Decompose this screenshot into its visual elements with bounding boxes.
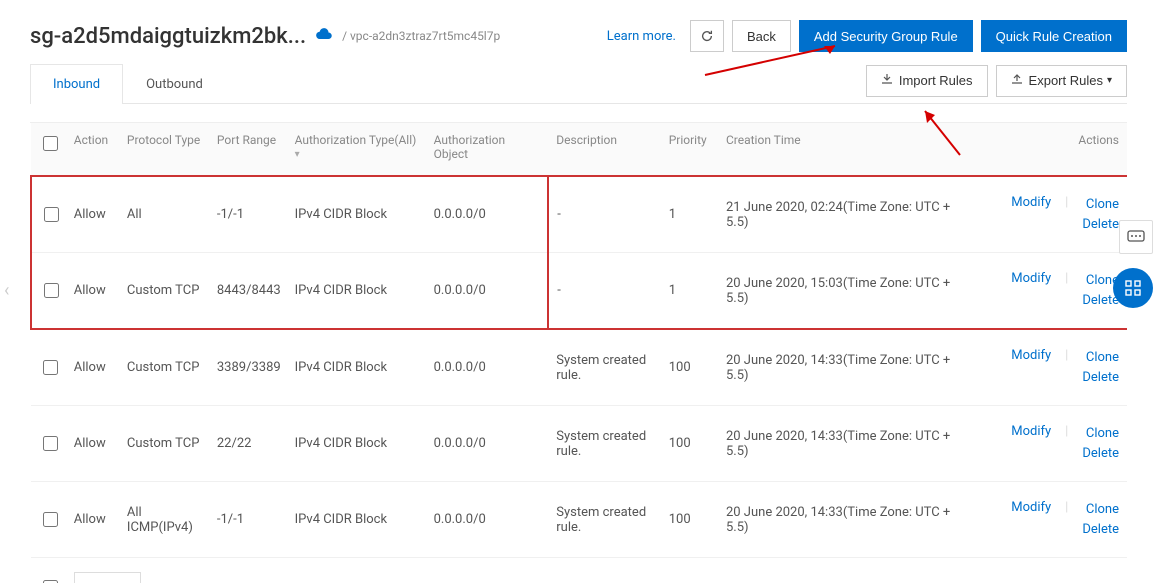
select-all-checkbox[interactable] — [43, 136, 58, 151]
col-actions: Actions — [963, 123, 1127, 176]
delete-link[interactable]: Delete — [1082, 368, 1119, 388]
cell-protocol: Custom TCP — [119, 253, 209, 330]
modify-link[interactable]: Modify — [1011, 271, 1051, 310]
cell-creation: 20 June 2020, 14:33(Time Zone: UTC + 5.5… — [718, 482, 963, 558]
tab-outbound[interactable]: Outbound — [123, 64, 226, 104]
row-checkbox[interactable] — [44, 283, 59, 298]
cell-action: Allow — [66, 406, 119, 482]
clone-link[interactable]: Clone — [1086, 348, 1119, 368]
modify-link[interactable]: Modify — [1011, 348, 1051, 387]
modify-link[interactable]: Modify — [1011, 500, 1051, 539]
export-rules-button[interactable]: Export Rules ▾ — [996, 65, 1127, 97]
refresh-button[interactable] — [690, 20, 724, 52]
col-creation-time: Creation Time — [718, 123, 963, 176]
apps-widget-button[interactable] — [1113, 268, 1153, 308]
cell-description: - — [548, 253, 660, 330]
cell-protocol: All — [119, 176, 209, 253]
cell-protocol: All ICMP(IPv4) — [119, 482, 209, 558]
learn-more-link[interactable]: Learn more. — [607, 29, 676, 44]
cell-description: - — [548, 176, 660, 253]
import-rules-button[interactable]: Import Rules — [866, 65, 988, 97]
cell-port: 3389/3389 — [209, 329, 287, 406]
cell-auth-object: 0.0.0.0/0 — [426, 176, 549, 253]
cell-priority: 1 — [661, 176, 718, 253]
refresh-icon — [700, 29, 714, 43]
delete-link[interactable]: Delete — [1082, 520, 1119, 540]
cell-auth-type: IPv4 CIDR Block — [287, 406, 426, 482]
back-button[interactable]: Back — [732, 20, 791, 52]
download-icon — [881, 73, 893, 88]
tab-inbound[interactable]: Inbound — [30, 64, 123, 104]
cell-auth-type: IPv4 CIDR Block — [287, 176, 426, 253]
bulk-delete-button[interactable]: Delete — [74, 572, 142, 583]
caret-down-icon: ▾ — [1107, 75, 1112, 86]
cell-auth-type: IPv4 CIDR Block — [287, 329, 426, 406]
vpc-breadcrumb: / vpc-a2dn3ztraz7rt5mc45l7p — [342, 29, 500, 43]
caret-down-icon: ▾ — [295, 149, 418, 160]
add-security-group-rule-button[interactable]: Add Security Group Rule — [799, 20, 973, 52]
cloud-icon — [316, 28, 332, 44]
cell-description: System created rule. — [548, 406, 660, 482]
apps-icon — [1124, 279, 1142, 297]
cell-protocol: Custom TCP — [119, 406, 209, 482]
clone-link[interactable]: Clone — [1086, 424, 1119, 444]
cell-auth-type: IPv4 CIDR Block — [287, 482, 426, 558]
row-checkbox[interactable] — [43, 512, 58, 527]
col-priority: Priority — [661, 123, 718, 176]
cell-port: -1/-1 — [209, 482, 287, 558]
col-auth-type-label: Authorization Type(All) — [295, 133, 417, 147]
cell-port: 8443/8443 — [209, 253, 287, 330]
cell-auth-object: 0.0.0.0/0 — [426, 329, 549, 406]
modify-link[interactable]: Modify — [1011, 424, 1051, 463]
cell-port: 22/22 — [209, 406, 287, 482]
col-protocol-type: Protocol Type — [119, 123, 209, 176]
col-authorization-object: Authorization Object — [426, 123, 549, 176]
upload-icon — [1011, 73, 1023, 88]
cell-priority: 100 — [661, 406, 718, 482]
page-title: sg-a2d5mdaiggtuizkm2bk... — [30, 24, 306, 49]
cell-auth-type: IPv4 CIDR Block — [287, 253, 426, 330]
cell-protocol: Custom TCP — [119, 329, 209, 406]
cell-action: Allow — [66, 482, 119, 558]
cell-priority: 100 — [661, 329, 718, 406]
col-action: Action — [66, 123, 119, 176]
export-rules-label: Export Rules — [1029, 73, 1103, 88]
cell-action: Allow — [66, 176, 119, 253]
table-row: AllowCustom TCP8443/8443IPv4 CIDR Block0… — [31, 253, 1127, 330]
row-checkbox[interactable] — [43, 360, 58, 375]
row-checkbox[interactable] — [44, 207, 59, 222]
chat-icon — [1127, 230, 1145, 244]
row-checkbox[interactable] — [43, 436, 58, 451]
table-row: AllowAll ICMP(IPv4)-1/-1IPv4 CIDR Block0… — [31, 482, 1127, 558]
modify-link[interactable]: Modify — [1011, 195, 1051, 234]
cell-priority: 100 — [661, 482, 718, 558]
clone-link[interactable]: Clone — [1086, 195, 1119, 215]
cell-auth-object: 0.0.0.0/0 — [426, 482, 549, 558]
cell-auth-object: 0.0.0.0/0 — [426, 253, 549, 330]
cell-creation: 20 June 2020, 15:03(Time Zone: UTC + 5.5… — [718, 253, 963, 330]
cell-action: Allow — [66, 329, 119, 406]
delete-link[interactable]: Delete — [1082, 444, 1119, 464]
table-row: AllowAll-1/-1IPv4 CIDR Block0.0.0.0/0-12… — [31, 176, 1127, 253]
clone-link[interactable]: Clone — [1086, 500, 1119, 520]
delete-link[interactable]: Delete — [1082, 215, 1119, 235]
cell-priority: 1 — [661, 253, 718, 330]
cell-creation: 20 June 2020, 14:33(Time Zone: UTC + 5.5… — [718, 406, 963, 482]
cell-port: -1/-1 — [209, 176, 287, 253]
cell-description: System created rule. — [548, 329, 660, 406]
cell-auth-object: 0.0.0.0/0 — [426, 406, 549, 482]
cell-action: Allow — [66, 253, 119, 330]
import-rules-label: Import Rules — [899, 73, 973, 88]
cell-description: System created rule. — [548, 482, 660, 558]
col-port-range: Port Range — [209, 123, 287, 176]
quick-rule-creation-button[interactable]: Quick Rule Creation — [981, 20, 1127, 52]
chat-widget-button[interactable] — [1119, 220, 1153, 254]
col-description: Description — [548, 123, 660, 176]
cell-creation: 21 June 2020, 02:24(Time Zone: UTC + 5.5… — [718, 176, 963, 253]
table-row: AllowCustom TCP22/22IPv4 CIDR Block0.0.0… — [31, 406, 1127, 482]
table-row: AllowCustom TCP3389/3389IPv4 CIDR Block0… — [31, 329, 1127, 406]
cell-creation: 20 June 2020, 14:33(Time Zone: UTC + 5.5… — [718, 329, 963, 406]
col-authorization-type[interactable]: Authorization Type(All) ▾ — [287, 123, 426, 176]
panel-expand-handle[interactable]: ‹ — [4, 280, 9, 301]
